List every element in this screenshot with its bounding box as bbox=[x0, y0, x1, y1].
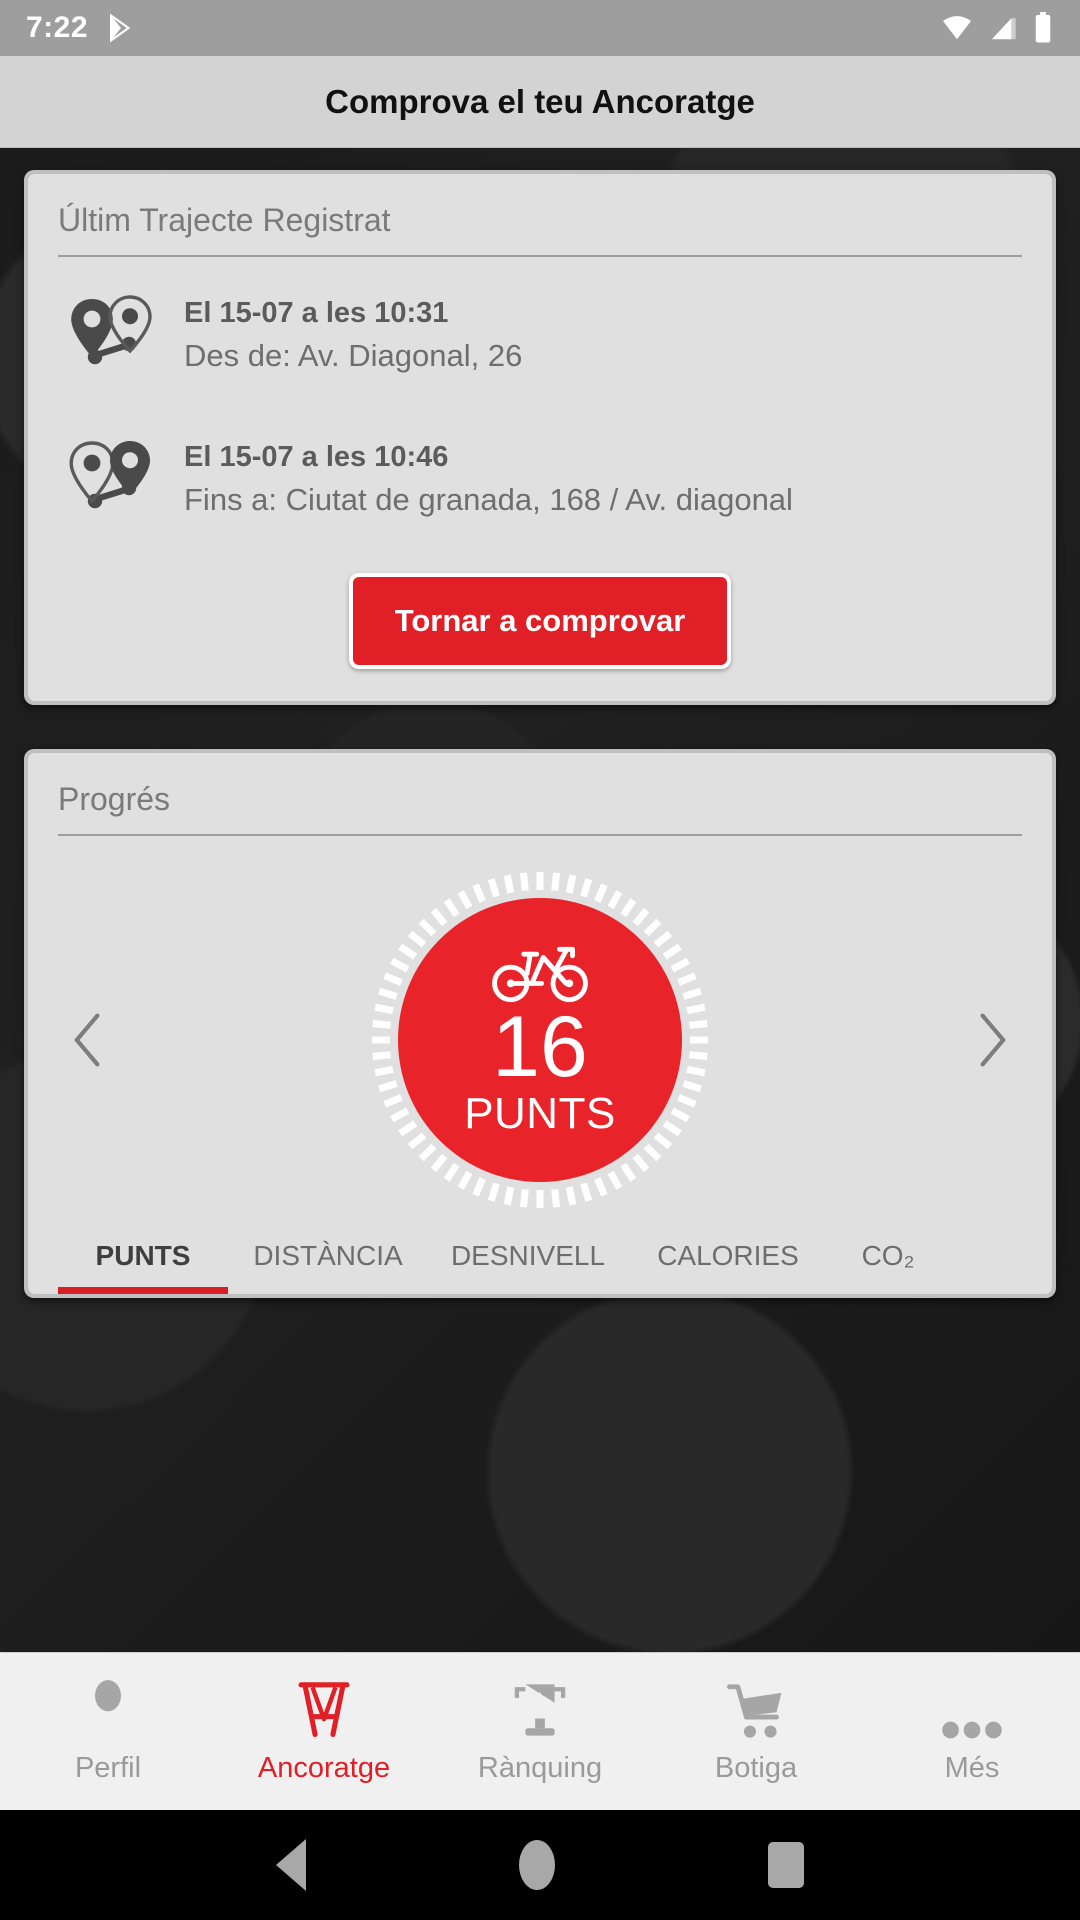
last-trip-card-inner: Últim Trajecte Registrat El 15-07 a les … bbox=[28, 174, 1052, 701]
play-store-icon bbox=[110, 13, 131, 43]
metric-tab-calories[interactable]: CALORIES bbox=[628, 1240, 828, 1294]
trip-origin-time: El 15-07 a les 10:31 bbox=[184, 296, 449, 329]
metric-tab-co[interactable]: CO₂ bbox=[828, 1240, 948, 1294]
trip-origin-text: El 15-07 a les 10:31 Des de: Av. Diagona… bbox=[184, 297, 522, 374]
back-button[interactable] bbox=[276, 1839, 307, 1891]
recents-button[interactable] bbox=[767, 1842, 804, 1888]
nav-item-label: Més bbox=[944, 1752, 1000, 1784]
last-trip-title: Últim Trajecte Registrat bbox=[58, 202, 391, 238]
progress-title: Progrés bbox=[58, 781, 171, 817]
person-icon bbox=[82, 1678, 134, 1740]
metric-tab-distncia[interactable]: DISTÀNCIA bbox=[228, 1240, 428, 1294]
last-trip-card: Últim Trajecte Registrat El 15-07 a les … bbox=[24, 170, 1056, 705]
content-area: Últim Trajecte Registrat El 15-07 a les … bbox=[0, 148, 1080, 1652]
gauge-section: 16 PUNTS PUNTS DISTÀNCIA DESNIVELL CALORIES… bbox=[58, 836, 1022, 1294]
shopping-cart-icon bbox=[727, 1678, 785, 1740]
metric-tabs: PUNTS DISTÀNCIA DESNIVELL CALORIES CO₂ bbox=[58, 1240, 1022, 1294]
trip-row-origin: El 15-07 a les 10:31 Des de: Av. Diagona… bbox=[58, 257, 1022, 387]
metric-tab-label: DESNIVELL bbox=[450, 1240, 606, 1271]
home-button[interactable] bbox=[518, 1840, 555, 1890]
trip-destination-text: El 15-07 a les 10:46 Fins a: Ciutat de g… bbox=[184, 441, 793, 518]
docking-station-icon bbox=[296, 1678, 352, 1740]
nav-item-label: Botiga bbox=[714, 1752, 798, 1784]
metric-tab-label: CO₂ bbox=[861, 1240, 915, 1271]
gauge-row: 16 PUNTS bbox=[58, 870, 1022, 1210]
gauge-disc: 16 PUNTS bbox=[398, 898, 682, 1182]
nav-item-label: Perfil bbox=[74, 1752, 142, 1784]
wifi-icon bbox=[943, 16, 971, 40]
bicycle-icon bbox=[492, 946, 588, 1002]
metric-tab-label: PUNTS bbox=[95, 1240, 191, 1271]
nav-item-rnquing[interactable]: Rànquing bbox=[432, 1678, 648, 1785]
gauge-unit: PUNTS bbox=[464, 1089, 616, 1139]
app-screen: 7:22 Comprova el teu Ancoratge Últim Tra… bbox=[0, 0, 1080, 1920]
recheck-button-wrap: Tornar a comprovar bbox=[58, 531, 1022, 675]
nav-item-label: Rànquing bbox=[477, 1752, 603, 1784]
active-tab-indicator bbox=[58, 1287, 228, 1294]
metric-tab-label: DISTÀNCIA bbox=[253, 1240, 403, 1271]
more-dots-icon bbox=[941, 1678, 1003, 1740]
recheck-button[interactable]: Tornar a comprovar bbox=[348, 573, 732, 669]
nav-item-perfil[interactable]: Perfil bbox=[0, 1678, 216, 1785]
next-metric-button[interactable] bbox=[962, 1010, 1022, 1070]
bottom-navigation: Perfil Ancoratge Rànquing Botiga Més bbox=[0, 1652, 1080, 1810]
trip-row-destination: El 15-07 a les 10:46 Fins a: Ciutat de g… bbox=[58, 387, 1022, 531]
nav-item-ms[interactable]: Més bbox=[864, 1678, 1080, 1785]
progress-card-inner: Progrés 16 PUNTS PUNTS DISTÀNCIA DESNIVE… bbox=[28, 753, 1052, 1294]
points-gauge: 16 PUNTS bbox=[370, 870, 710, 1210]
page-title: Comprova el teu Ancoratge bbox=[325, 82, 755, 120]
android-navigation-bar bbox=[0, 1810, 1080, 1920]
nav-item-ancoratge[interactable]: Ancoratge bbox=[216, 1678, 432, 1785]
status-notification-icons bbox=[106, 13, 136, 43]
progress-card: Progrés 16 PUNTS PUNTS DISTÀNCIA DESNIVE… bbox=[24, 749, 1056, 1298]
trip-origin-address: Des de: Av. Diagonal, 26 bbox=[184, 337, 523, 373]
app-header: Comprova el teu Ancoratge bbox=[0, 56, 1080, 148]
origin-pin-icon bbox=[71, 295, 152, 365]
status-time: 7:22 bbox=[26, 11, 89, 44]
status-system-icons bbox=[940, 12, 1054, 44]
chevron-left-icon bbox=[74, 1013, 100, 1067]
trip-destination-address: Fins a: Ciutat de granada, 168 / Av. dia… bbox=[184, 481, 793, 517]
metric-tab-punts[interactable]: PUNTS bbox=[58, 1240, 228, 1294]
trophy-icon bbox=[512, 1678, 568, 1740]
prev-metric-button[interactable] bbox=[58, 1010, 118, 1070]
cellular-signal-icon bbox=[991, 18, 1016, 40]
gauge-value: 16 bbox=[492, 998, 588, 1095]
chevron-right-icon bbox=[980, 1013, 1006, 1067]
nav-item-botiga[interactable]: Botiga bbox=[648, 1678, 864, 1785]
trip-destination-time: El 15-07 a les 10:46 bbox=[184, 440, 449, 473]
metric-tab-desnivell[interactable]: DESNIVELL bbox=[428, 1240, 628, 1294]
battery-icon bbox=[1035, 12, 1051, 43]
status-bar: 7:22 bbox=[0, 0, 1080, 56]
destination-pin-icon bbox=[69, 441, 150, 509]
nav-item-label: Ancoratge bbox=[257, 1752, 391, 1784]
metric-tab-label: CALORIES bbox=[657, 1240, 799, 1271]
